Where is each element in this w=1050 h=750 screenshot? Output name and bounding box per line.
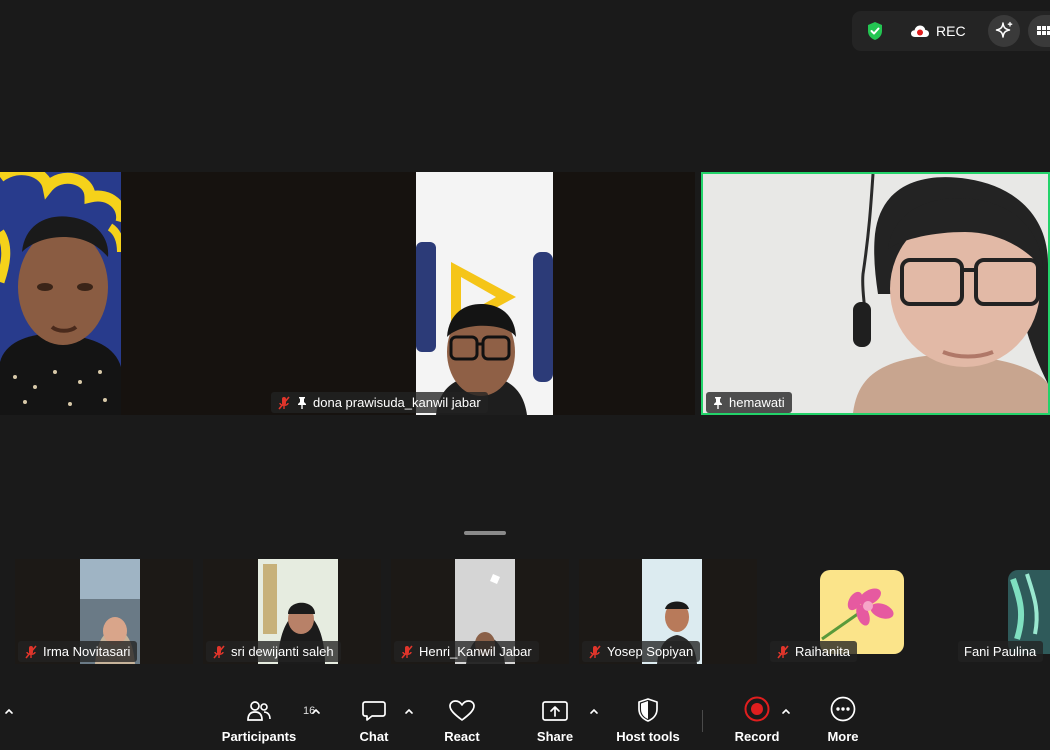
pin-icon bbox=[714, 396, 722, 409]
ai-companion-button[interactable] bbox=[988, 15, 1020, 47]
participant-name-label: sri dewijanti saleh bbox=[206, 641, 341, 662]
muted-mic-icon bbox=[278, 395, 290, 410]
host-tools-label: Host tools bbox=[616, 729, 680, 744]
chevron-up-icon[interactable] bbox=[779, 704, 793, 718]
participant-name-label: hemawati bbox=[706, 392, 792, 413]
thumbnail-tile[interactable]: Fani Paulina bbox=[955, 559, 1050, 664]
chevron-up-icon[interactable] bbox=[402, 704, 416, 718]
participant-video bbox=[121, 172, 695, 415]
participant-name-label: Raihanita bbox=[770, 641, 857, 662]
react-label: React bbox=[444, 729, 480, 744]
participant-name: Irma Novitasari bbox=[43, 644, 131, 659]
video-tile[interactable]: dona prawisuda_kanwil jabar bbox=[121, 172, 695, 415]
muted-mic-icon bbox=[777, 644, 789, 659]
host-tools-button[interactable]: Host tools bbox=[612, 690, 684, 750]
video-tile[interactable] bbox=[0, 172, 121, 415]
muted-mic-icon bbox=[401, 644, 413, 659]
active-speaker-tile[interactable]: hemawati bbox=[701, 172, 1050, 415]
participant-name-label: Henri_Kanwil Jabar bbox=[394, 641, 539, 662]
muted-mic-icon bbox=[25, 644, 37, 659]
thumbnail-tile[interactable]: Yosep Sopiyan bbox=[579, 559, 757, 664]
pin-icon bbox=[298, 396, 306, 409]
participant-name: dona prawisuda_kanwil jabar bbox=[313, 395, 481, 410]
heart-icon bbox=[449, 700, 475, 721]
shield-check-icon[interactable] bbox=[865, 21, 885, 41]
participant-name-label: Fani Paulina bbox=[958, 641, 1044, 662]
thumbnail-tile[interactable]: Raihanita bbox=[767, 559, 945, 664]
participant-video bbox=[703, 174, 1048, 413]
react-button[interactable]: React bbox=[438, 690, 486, 750]
participant-name: Raihanita bbox=[795, 644, 850, 659]
more-label: More bbox=[827, 729, 859, 744]
record-label: Record bbox=[734, 729, 780, 744]
cloud-record-icon bbox=[911, 25, 929, 37]
participant-name-label: Irma Novitasari bbox=[18, 641, 138, 662]
participant-name: Yosep Sopiyan bbox=[607, 644, 694, 659]
participant-name: Fani Paulina bbox=[964, 644, 1037, 659]
meeting-status-bar: REC bbox=[852, 11, 1050, 51]
thumbnail-tile[interactable]: Henri_Kanwil Jabar bbox=[391, 559, 569, 664]
recording-indicator[interactable]: REC bbox=[910, 20, 966, 42]
sparkle-icon bbox=[995, 21, 1013, 38]
participants-label: Participants bbox=[221, 729, 297, 744]
thumbnail-tile[interactable]: sri dewijanti saleh bbox=[203, 559, 381, 664]
share-screen-icon bbox=[542, 701, 568, 721]
participant-name-label: Yosep Sopiyan bbox=[582, 641, 701, 662]
record-button[interactable]: Record bbox=[732, 690, 782, 750]
chevron-up-icon[interactable] bbox=[2, 704, 16, 718]
share-button[interactable]: Share bbox=[530, 690, 580, 750]
share-label: Share bbox=[536, 729, 574, 744]
chevron-up-icon[interactable] bbox=[587, 704, 601, 718]
participant-name: Henri_Kanwil Jabar bbox=[419, 644, 532, 659]
participants-button[interactable]: 16 Participants bbox=[220, 690, 315, 750]
record-icon bbox=[744, 696, 770, 722]
resize-handle[interactable] bbox=[464, 531, 506, 535]
participant-name: hemawati bbox=[729, 395, 785, 410]
participants-icon bbox=[247, 701, 271, 721]
participant-name-label: dona prawisuda_kanwil jabar bbox=[271, 392, 488, 413]
host-shield-icon bbox=[638, 698, 658, 722]
rec-label: REC bbox=[936, 23, 966, 39]
chevron-up-icon[interactable] bbox=[309, 704, 323, 718]
chat-label: Chat bbox=[359, 729, 389, 744]
participant-video bbox=[0, 172, 121, 415]
meeting-toolbar: 16 Participants Chat React Share Host to… bbox=[0, 690, 1050, 750]
chat-icon bbox=[362, 701, 386, 721]
participant-name: sri dewijanti saleh bbox=[231, 644, 334, 659]
grid-view-icon bbox=[1037, 26, 1050, 35]
chat-button[interactable]: Chat bbox=[350, 690, 398, 750]
toolbar-divider bbox=[702, 710, 703, 732]
thumbnail-tile[interactable]: Irma Novitasari bbox=[15, 559, 193, 664]
view-button[interactable] bbox=[1028, 15, 1050, 47]
more-button[interactable]: More bbox=[818, 690, 868, 750]
muted-mic-icon bbox=[213, 644, 225, 659]
muted-mic-icon bbox=[589, 644, 601, 659]
more-icon bbox=[830, 696, 856, 722]
